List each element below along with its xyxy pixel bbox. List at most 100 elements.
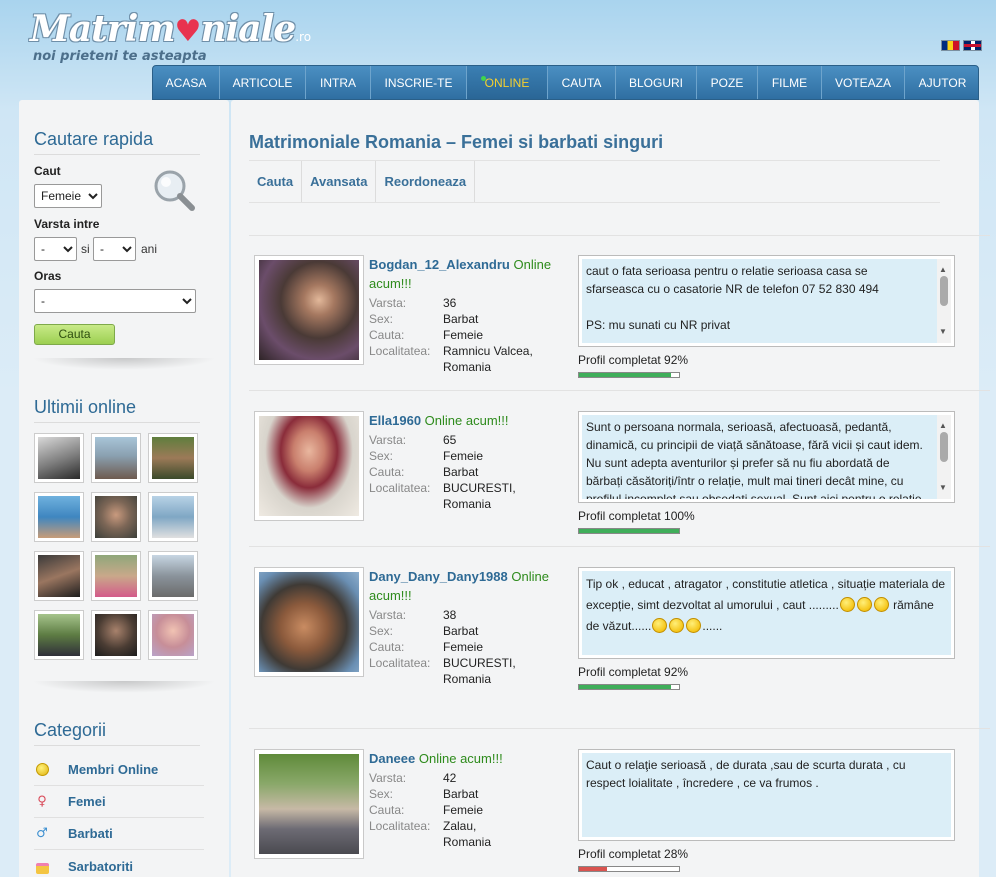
profile-card: Dany_Dany_Dany1988 Online acum!!! Varsta… bbox=[254, 567, 959, 707]
description-text: Caut o relaţie serioasă , de durata ,sau… bbox=[586, 758, 906, 790]
category-label: Membri Online bbox=[68, 762, 159, 777]
online-user-thumb[interactable] bbox=[148, 433, 198, 483]
online-user-thumb[interactable] bbox=[34, 551, 84, 601]
online-user-thumb[interactable] bbox=[91, 492, 141, 542]
city-label: Localitatea: bbox=[369, 819, 431, 833]
divider bbox=[32, 358, 216, 370]
profile-completion-label: Profil completat 92% bbox=[578, 665, 689, 679]
profile-photo[interactable] bbox=[254, 411, 364, 521]
online-user-thumb[interactable] bbox=[91, 433, 141, 483]
cake-icon bbox=[34, 858, 50, 874]
completion-fill bbox=[579, 373, 671, 377]
male-icon: ♂ bbox=[36, 826, 48, 841]
nav-articole[interactable]: ARTICOLE bbox=[220, 66, 306, 99]
smiley-icon bbox=[652, 618, 668, 633]
scroll-thumb[interactable] bbox=[940, 432, 948, 462]
scroll-down-icon[interactable]: ▼ bbox=[939, 323, 947, 341]
caut-select[interactable]: Femeie bbox=[34, 184, 102, 208]
quick-search-button[interactable]: Cauta bbox=[34, 324, 115, 345]
age-to-select[interactable]: - bbox=[93, 237, 136, 261]
profile-info: Varsta: 36 Sex: Barbat Cauta: Femeie Locali… bbox=[369, 295, 569, 375]
profile-name[interactable]: Dany_Dany_Dany1988 bbox=[369, 569, 508, 584]
tab-reordoneaza[interactable]: Reordoneaza bbox=[376, 161, 476, 202]
online-user-thumb[interactable] bbox=[34, 433, 84, 483]
city-value: Zalau, Romania bbox=[443, 819, 492, 849]
online-user-thumb[interactable] bbox=[148, 610, 198, 660]
seeking-value: Femeie bbox=[443, 640, 484, 654]
profile-photo[interactable] bbox=[254, 749, 364, 859]
tab-avansata[interactable]: Avansata bbox=[302, 161, 377, 202]
profile-heading: Bogdan_12_Alexandru Online acum!!! bbox=[369, 255, 559, 293]
profile-name[interactable]: Daneee bbox=[369, 751, 415, 766]
profile-description[interactable]: Tip ok , educat , atragator , constituti… bbox=[578, 567, 955, 659]
nav-bloguri[interactable]: BLOGURI bbox=[616, 66, 697, 99]
online-user-thumb[interactable] bbox=[148, 551, 198, 601]
nav-cauta[interactable]: CAUTA bbox=[548, 66, 616, 99]
description-scrollbar[interactable]: ▲ ▼ bbox=[937, 259, 951, 343]
profile-card: Daneee Online acum!!! Varsta: 42 Sex: Barb… bbox=[254, 749, 959, 877]
online-status: Online acum!!! bbox=[418, 751, 503, 766]
nav-intra[interactable]: INTRA bbox=[306, 66, 371, 99]
profile-photo[interactable] bbox=[254, 255, 364, 365]
age-label: Varsta intre bbox=[34, 217, 100, 231]
description-scrollbar[interactable]: ▲ ▼ bbox=[937, 415, 951, 499]
profile-name[interactable]: Ella1960 bbox=[369, 413, 421, 428]
scroll-down-icon[interactable]: ▼ bbox=[939, 479, 947, 497]
sidebar: Cautare rapida Caut Femeie Varsta intre … bbox=[19, 100, 229, 877]
nav-ajutor[interactable]: AJUTOR bbox=[905, 66, 978, 99]
en-flag-icon[interactable] bbox=[963, 40, 982, 51]
profile-photo[interactable] bbox=[254, 567, 364, 677]
tab-cauta[interactable]: Cauta bbox=[249, 161, 303, 202]
main-content: Matrimoniale Romania – Femei si barbati … bbox=[231, 100, 990, 877]
language-flags bbox=[941, 40, 982, 51]
category-sarbatoriti[interactable]: Sarbatoriti bbox=[34, 850, 204, 877]
age-from-select[interactable]: - bbox=[34, 237, 77, 261]
seeking-value: Barbat bbox=[443, 465, 479, 479]
profile-name[interactable]: Bogdan_12_Alexandru bbox=[369, 257, 510, 272]
nav-online[interactable]: ONLINE bbox=[467, 66, 548, 99]
divider bbox=[249, 728, 990, 729]
description-text: Sunt o persoana normala, serioasă, afect… bbox=[586, 420, 923, 499]
age-value: 65 bbox=[443, 433, 457, 447]
profile-description[interactable]: caut o fata serioasa pentru o relatie se… bbox=[578, 255, 955, 347]
age-label: Varsta: bbox=[369, 771, 407, 785]
sex-label: Sex: bbox=[369, 449, 394, 463]
profile-info: Varsta: 38 Sex: Barbat Cauta: Femeie Locali… bbox=[369, 607, 569, 687]
sex-value: Barbat bbox=[443, 787, 479, 801]
profile-description[interactable]: Sunt o persoana normala, serioasă, afect… bbox=[578, 411, 955, 503]
divider bbox=[249, 546, 990, 547]
online-user-thumb[interactable] bbox=[91, 551, 141, 601]
nav-acasa[interactable]: ACASA bbox=[153, 66, 220, 99]
ro-flag-icon[interactable] bbox=[941, 40, 960, 51]
female-icon: ♀ bbox=[37, 794, 47, 809]
profile-heading: Ella1960 Online acum!!! bbox=[369, 411, 559, 430]
online-user-thumb[interactable] bbox=[34, 492, 84, 542]
nav-filme[interactable]: FILME bbox=[758, 66, 822, 99]
profile-completion-bar bbox=[578, 372, 680, 378]
online-user-thumb[interactable] bbox=[34, 610, 84, 660]
category-femei[interactable]: ♀ Femei bbox=[34, 786, 204, 818]
profile-completion-label: Profil completat 100% bbox=[578, 509, 695, 523]
profile-description[interactable]: Caut o relaţie serioasă , de durata ,sau… bbox=[578, 749, 955, 841]
nav-online-label: ONLINE bbox=[484, 75, 530, 90]
completion-fill bbox=[579, 685, 671, 689]
nav-poze[interactable]: POZE bbox=[697, 66, 758, 99]
profile-info: Varsta: 42 Sex: Barbat Cauta: Femeie Locali… bbox=[369, 770, 569, 850]
scroll-thumb[interactable] bbox=[940, 276, 948, 306]
age-value: 42 bbox=[443, 771, 457, 785]
age-label: Varsta: bbox=[369, 296, 407, 310]
divider bbox=[249, 235, 990, 236]
smiley-icon bbox=[686, 618, 702, 633]
site-logo[interactable]: Matrim♥niale.ro bbox=[30, 8, 311, 50]
online-user-thumb[interactable] bbox=[148, 492, 198, 542]
city-select[interactable]: - bbox=[34, 289, 196, 313]
category-membri-online[interactable]: Membri Online bbox=[34, 754, 204, 786]
age-and-text: si bbox=[81, 242, 90, 256]
nav-inscrie-te[interactable]: INSCRIE-TE bbox=[371, 66, 467, 99]
nav-voteaza[interactable]: VOTEAZA bbox=[822, 66, 905, 99]
city-label: Localitatea: bbox=[369, 344, 431, 358]
seeking-label: Cauta: bbox=[369, 640, 405, 654]
city-label: Oras bbox=[34, 269, 62, 283]
online-user-thumb[interactable] bbox=[91, 610, 141, 660]
category-barbati[interactable]: ♂ Barbati bbox=[34, 818, 204, 850]
